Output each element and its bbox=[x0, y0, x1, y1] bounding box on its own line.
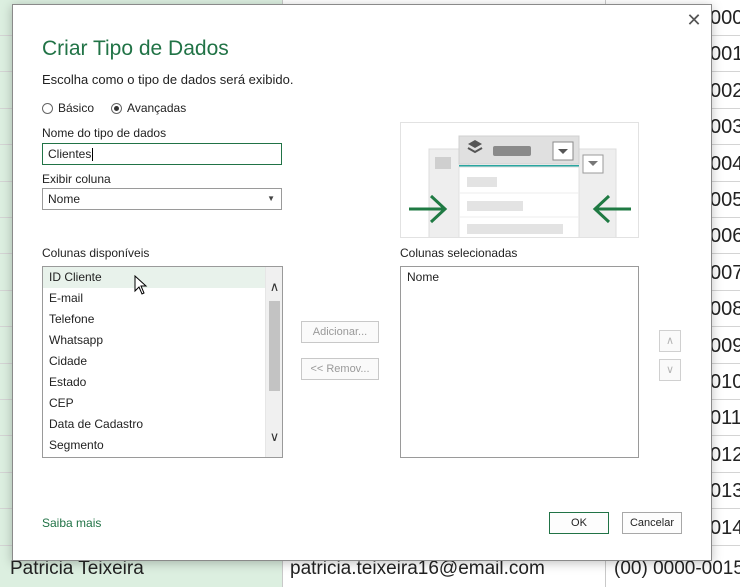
id-cell: 001 bbox=[710, 43, 740, 66]
scroll-thumb[interactable] bbox=[269, 301, 280, 391]
list-item[interactable]: Telefone bbox=[43, 309, 265, 330]
available-columns-list[interactable]: ID Cliente E-mail Telefone Whatsapp Cidade Es… bbox=[42, 266, 283, 458]
mouse-pointer-icon bbox=[134, 275, 148, 295]
selected-columns-list[interactable]: Nome bbox=[400, 266, 639, 458]
move-down-icon[interactable]: ∨ bbox=[659, 359, 681, 381]
radio-advanced-label[interactable]: Avançadas bbox=[127, 101, 186, 115]
data-type-illustration bbox=[400, 122, 639, 238]
selected-columns-label: Colunas selecionadas bbox=[400, 246, 518, 260]
learn-more-link[interactable]: Saiba mais bbox=[42, 516, 101, 530]
mode-radio-group: Básico Avançadas bbox=[42, 101, 203, 115]
id-cell: 008 bbox=[710, 298, 740, 321]
list-item[interactable]: Segmento bbox=[43, 435, 265, 456]
add-button[interactable]: Adicionar... bbox=[301, 321, 379, 343]
cancel-button[interactable]: Cancelar bbox=[622, 512, 682, 534]
dropdown-arrow-icon: ▼ bbox=[267, 194, 275, 203]
display-column-select[interactable]: Nome ▼ bbox=[42, 188, 282, 210]
list-item[interactable]: Cidade bbox=[43, 351, 265, 372]
radio-basic-label[interactable]: Básico bbox=[58, 101, 94, 115]
ok-button[interactable]: OK bbox=[549, 512, 609, 534]
data-type-name-input[interactable]: Clientes bbox=[42, 143, 282, 165]
name-label: Nome do tipo de dados bbox=[42, 126, 167, 140]
id-cell: 004 bbox=[710, 152, 740, 175]
list-item[interactable]: ID Cliente bbox=[43, 267, 265, 288]
remove-button[interactable]: << Remov... bbox=[301, 358, 379, 380]
dialog-title: Criar Tipo de Dados bbox=[42, 37, 229, 60]
id-cell: 014 bbox=[710, 516, 740, 539]
display-column-value: Nome bbox=[48, 192, 81, 206]
list-item[interactable]: CEP bbox=[43, 393, 265, 414]
id-cell: 009 bbox=[710, 334, 740, 357]
id-cell: 006 bbox=[710, 225, 740, 248]
data-type-name-value: Clientes bbox=[48, 147, 92, 161]
scroll-down-icon[interactable]: ∨ bbox=[266, 427, 282, 447]
list-item[interactable]: Whatsapp bbox=[43, 330, 265, 351]
radio-basic[interactable] bbox=[42, 102, 53, 114]
id-cell: 012 bbox=[710, 443, 740, 466]
id-cell: 000 bbox=[710, 7, 740, 29]
close-icon[interactable]: ✕ bbox=[685, 11, 703, 29]
available-scrollbar[interactable]: ∧ ∨ bbox=[265, 267, 282, 457]
id-cell: 011 bbox=[710, 407, 740, 430]
list-item[interactable]: Data de Cadastro bbox=[43, 414, 265, 435]
list-item[interactable]: Estado bbox=[43, 372, 265, 393]
radio-advanced[interactable] bbox=[111, 102, 123, 114]
id-cell: 013 bbox=[710, 480, 740, 503]
move-up-icon[interactable]: ∧ bbox=[659, 330, 681, 352]
display-column-label: Exibir coluna bbox=[42, 172, 111, 186]
id-cell: 007 bbox=[710, 261, 740, 284]
dialog-subtitle: Escolha como o tipo de dados será exibid… bbox=[42, 72, 294, 87]
id-cell: 002 bbox=[710, 79, 740, 102]
create-data-type-dialog: ✕ Criar Tipo de Dados Escolha como o tip… bbox=[12, 4, 712, 561]
id-cell: 005 bbox=[710, 189, 740, 211]
list-item[interactable]: Nome bbox=[401, 267, 638, 288]
list-item[interactable]: E-mail bbox=[43, 288, 265, 309]
id-cell: 010 bbox=[710, 371, 740, 393]
available-columns-label: Colunas disponíveis bbox=[42, 246, 150, 260]
scroll-up-icon[interactable]: ∧ bbox=[266, 277, 282, 297]
id-cell: 003 bbox=[710, 116, 740, 139]
